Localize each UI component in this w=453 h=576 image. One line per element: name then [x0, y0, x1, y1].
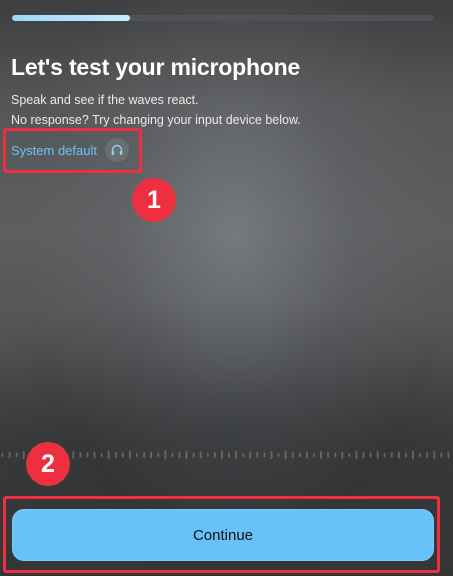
progress-bar-fill: [12, 15, 131, 21]
waveform-bar: [220, 450, 223, 460]
waveform-bar: [291, 452, 294, 458]
waveform-bar: [100, 453, 103, 457]
waveform-bar: [249, 451, 252, 459]
waveform-bar: [86, 452, 89, 458]
waveform-bar: [72, 451, 75, 459]
waveform-bar: [419, 453, 422, 457]
waveform-bar: [213, 452, 216, 458]
waveform-bar: [383, 453, 386, 457]
annotation-badge: 1: [132, 178, 176, 222]
waveform-bar: [305, 451, 308, 459]
waveform-bar: [284, 450, 287, 460]
waveform-bar: [107, 450, 110, 460]
waveform-bar: [298, 452, 301, 458]
annotation-highlight-box: [3, 128, 142, 173]
waveform-bar: [143, 452, 146, 458]
waveform-bar: [93, 451, 96, 459]
waveform-bar: [270, 451, 273, 459]
annotation-highlight-box: [3, 496, 440, 573]
waveform-bar: [397, 451, 400, 459]
waveform-bar: [121, 452, 124, 458]
waveform-bar: [235, 451, 238, 459]
waveform-bar: [348, 453, 351, 457]
waveform-bar: [256, 452, 259, 458]
waveform-bar: [405, 452, 407, 458]
waveform-bar: [178, 452, 181, 458]
waveform-bar: [114, 452, 117, 458]
waveform-bar: [390, 452, 393, 458]
waveform-bar: [164, 450, 167, 460]
waveform-bar: [376, 451, 379, 459]
page-title: Let's test your microphone: [11, 54, 301, 80]
waveform-bar: [157, 452, 160, 458]
waveform-bar: [341, 451, 344, 459]
progress-bar: [12, 15, 434, 21]
waveform-bar: [199, 451, 202, 459]
waveform-bar: [426, 452, 429, 458]
waveform-bar: [206, 453, 209, 457]
waveform-bar: [79, 452, 82, 458]
waveform-bar: [242, 453, 245, 457]
waveform-bar: [440, 452, 443, 458]
background: [0, 0, 453, 576]
waveform-bar: [369, 452, 372, 458]
waveform-bar: [171, 453, 174, 457]
waveform-bar: [412, 450, 414, 460]
waveform-bar: [355, 450, 358, 460]
waveform-bar: [150, 451, 153, 459]
waveform-bar: [433, 451, 436, 459]
waveform-bar: [136, 453, 138, 457]
waveform-bar: [15, 452, 18, 458]
waveform-bar: [334, 452, 337, 458]
waveform-bar: [263, 452, 266, 458]
waveform-bar: [362, 452, 365, 458]
annotation-badge: 2: [26, 442, 70, 486]
waveform-bar: [320, 451, 322, 459]
waveform-bar: [447, 451, 450, 459]
instruction-line: Speak and see if the waves react.: [11, 93, 199, 107]
waveform-bar: [228, 452, 230, 458]
waveform-bar: [192, 452, 195, 458]
waveform-bar: [1, 453, 4, 457]
waveform-bar: [22, 451, 25, 459]
waveform-bar: [277, 453, 280, 457]
waveform-bar: [327, 452, 330, 458]
waveform-bar: [128, 451, 131, 459]
waveform-bar: [312, 453, 315, 457]
waveform-bar: [8, 452, 11, 458]
waveform-bar: [185, 451, 188, 459]
instruction-line: No response? Try changing your input dev…: [11, 113, 301, 127]
